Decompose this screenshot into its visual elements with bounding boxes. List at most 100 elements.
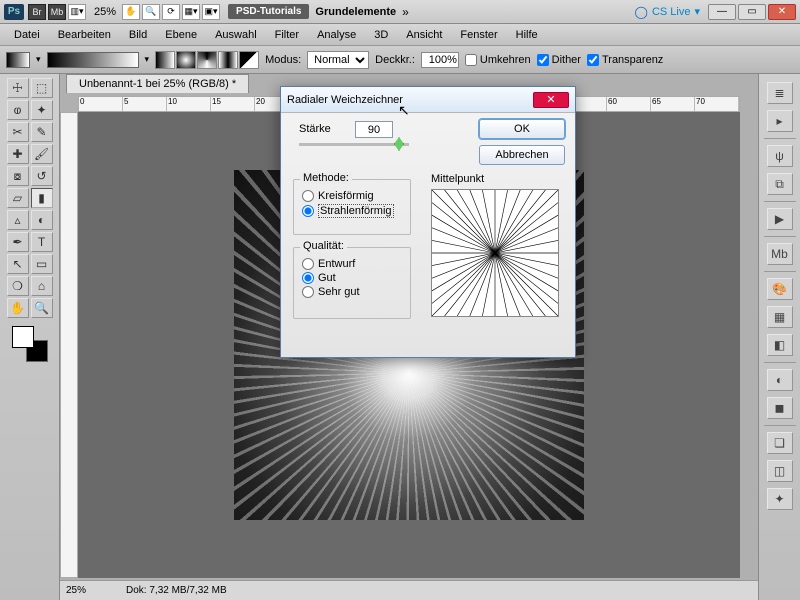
mode-select[interactable]: Normal	[307, 51, 369, 69]
method-zoom-radio[interactable]: Strahlenförmig	[302, 204, 402, 218]
arrange-button[interactable]: ▥▾	[68, 4, 86, 20]
gradient-linear-button[interactable]	[155, 51, 175, 69]
swatches-panel-icon[interactable]: ▦	[767, 306, 793, 328]
paths-panel-icon[interactable]: ✦	[767, 488, 793, 510]
quality-label: Qualität:	[300, 240, 347, 252]
screen-mode-icon[interactable]: ▣▾	[202, 4, 220, 20]
channels-panel-icon[interactable]: ◫	[767, 460, 793, 482]
method-spin-radio[interactable]: Kreisförmig	[302, 190, 402, 202]
center-label: Mittelpunkt	[431, 173, 484, 185]
cs-live-button[interactable]: CS Live ▾	[635, 5, 701, 19]
dialog-close-button[interactable]: ✕	[533, 92, 569, 108]
menu-3d[interactable]: 3D	[366, 27, 396, 43]
workspace-psd-tutorials[interactable]: PSD-Tutorials	[228, 4, 309, 19]
gradient-reflected-button[interactable]	[218, 51, 238, 69]
history-panel-icon[interactable]: ≣	[767, 82, 793, 104]
panel-dock: ≣ ▸ ψ ⧉ ▶ Mb 🎨 ▦ ◧ ◐ ◼ ❏ ◫ ✦	[758, 74, 800, 600]
menu-bild[interactable]: Bild	[121, 27, 155, 43]
options-bar: ▾ ▾ Modus: Normal Deckkr.: Umkehren Dith…	[0, 46, 800, 74]
amount-slider[interactable]	[299, 143, 409, 146]
styles-panel-icon[interactable]: ◧	[767, 334, 793, 356]
magic-wand-tool[interactable]: ✦	[31, 100, 53, 120]
menu-ansicht[interactable]: Ansicht	[398, 27, 450, 43]
stamp-tool[interactable]: ⧇	[7, 166, 29, 186]
dialog-titlebar[interactable]: Radialer Weichzeichner ✕	[281, 87, 575, 113]
ruler-vertical	[60, 112, 78, 578]
color-swatches[interactable]	[12, 326, 48, 362]
menu-bar: Datei Bearbeiten Bild Ebene Auswahl Filt…	[0, 24, 800, 46]
menu-analyse[interactable]: Analyse	[309, 27, 364, 43]
amount-input[interactable]	[355, 121, 393, 138]
workspace-grundelemente[interactable]: Grundelemente	[315, 6, 396, 18]
cancel-button[interactable]: Abbrechen	[479, 145, 565, 165]
lasso-tool[interactable]: ⱷ	[7, 100, 29, 120]
brush-panel-icon[interactable]: ψ	[767, 145, 793, 167]
camera-tool[interactable]: ⌂	[31, 276, 53, 296]
dialog-title: Radialer Weichzeichner	[287, 94, 403, 106]
menu-hilfe[interactable]: Hilfe	[508, 27, 546, 43]
opacity-input[interactable]	[421, 52, 459, 68]
menu-bearbeiten[interactable]: Bearbeiten	[50, 27, 119, 43]
ok-button[interactable]: OK	[479, 119, 565, 139]
color-panel-icon[interactable]: 🎨	[767, 278, 793, 300]
minibridge-button[interactable]: Mb	[48, 4, 66, 20]
quality-good-radio[interactable]: Gut	[302, 272, 402, 284]
menu-filter[interactable]: Filter	[267, 27, 307, 43]
blur-center-preview[interactable]	[431, 189, 559, 317]
masks-panel-icon[interactable]: ◼	[767, 397, 793, 419]
status-docsize[interactable]: Dok: 7,32 MB/7,32 MB	[126, 585, 227, 596]
menu-datei[interactable]: Datei	[6, 27, 48, 43]
status-zoom[interactable]: 25%	[66, 585, 86, 596]
quality-group: Qualität: Entwurf Gut Sehr gut	[293, 247, 411, 319]
transparency-checkbox[interactable]: Transparenz	[587, 54, 663, 66]
play-panel-icon[interactable]: ▶	[767, 208, 793, 230]
menu-fenster[interactable]: Fenster	[452, 27, 505, 43]
rotate-icon[interactable]: ⟳	[162, 4, 180, 20]
chevron-right-icon[interactable]: »	[402, 5, 409, 19]
quality-best-radio[interactable]: Sehr gut	[302, 286, 402, 298]
zoom-level[interactable]: 25%	[94, 6, 116, 18]
hand-icon[interactable]: ✋	[122, 4, 140, 20]
gradient-picker[interactable]	[47, 52, 139, 68]
3d-tool[interactable]: ❍	[7, 276, 29, 296]
layers-panel-icon[interactable]: ❏	[767, 432, 793, 454]
dither-checkbox[interactable]: Dither	[537, 54, 581, 66]
gradient-angle-button[interactable]	[197, 51, 217, 69]
amount-slider-thumb[interactable]	[394, 137, 404, 151]
grid-icon[interactable]: ▦▾	[182, 4, 200, 20]
minimize-button[interactable]: —	[708, 4, 736, 20]
blur-tool[interactable]: ▵	[7, 210, 29, 230]
marquee-tool[interactable]: ⬚	[31, 78, 53, 98]
reverse-checkbox[interactable]: Umkehren	[465, 54, 531, 66]
gradient-diamond-button[interactable]	[239, 51, 259, 69]
crop-tool[interactable]: ✂	[7, 122, 29, 142]
pen-tool[interactable]: ✒	[7, 232, 29, 252]
menu-ebene[interactable]: Ebene	[157, 27, 205, 43]
type-tool[interactable]: T	[31, 232, 53, 252]
eyedropper-tool[interactable]: ✎	[31, 122, 53, 142]
bridge-button[interactable]: Br	[28, 4, 46, 20]
quality-draft-radio[interactable]: Entwurf	[302, 258, 402, 270]
zoom-icon[interactable]: 🔍	[142, 4, 160, 20]
heal-tool[interactable]: ✚	[7, 144, 29, 164]
maximize-button[interactable]: ▭	[738, 4, 766, 20]
clone-panel-icon[interactable]: ⧉	[767, 173, 793, 195]
gradient-tool[interactable]: ▮	[31, 188, 53, 208]
path-tool[interactable]: ↖	[7, 254, 29, 274]
eraser-tool[interactable]: ▱	[7, 188, 29, 208]
adjustments-panel-icon[interactable]: ◐	[767, 369, 793, 391]
tool-preset-picker[interactable]	[6, 52, 30, 68]
actions-panel-icon[interactable]: ▸	[767, 110, 793, 132]
history-brush-tool[interactable]: ↺	[31, 166, 53, 186]
zoom-tool[interactable]: 🔍	[31, 298, 53, 318]
hand-tool[interactable]: ✋	[7, 298, 29, 318]
document-tab[interactable]: Unbenannt-1 bei 25% (RGB/8) *	[66, 74, 249, 93]
menu-auswahl[interactable]: Auswahl	[207, 27, 265, 43]
close-button[interactable]: ✕	[768, 4, 796, 20]
shape-tool[interactable]: ▭	[31, 254, 53, 274]
minibridge-panel-icon[interactable]: Mb	[767, 243, 793, 265]
brush-tool[interactable]: 🖌	[31, 144, 53, 164]
dodge-tool[interactable]: ◐	[31, 210, 53, 230]
gradient-radial-button[interactable]	[176, 51, 196, 69]
move-tool[interactable]: ☩	[7, 78, 29, 98]
